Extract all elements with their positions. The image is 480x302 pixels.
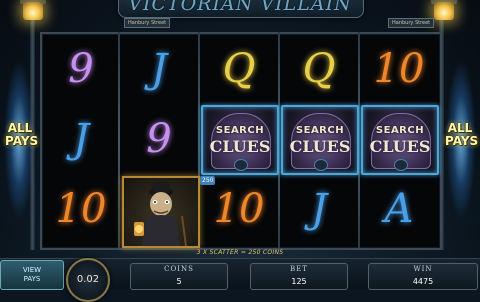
win-label: WIN [413,265,433,273]
villain-figure-icon [134,181,187,246]
reel-symbol-9: 9 [68,46,94,92]
scatter-word-clues: CLUES [369,137,431,156]
win-value: 4475 [412,277,434,286]
scatter-search-for-clues-symbol: SEARCH CLUES [201,105,279,175]
win-line-text: 3 X SCATTER = 250 COINS [196,249,284,256]
coins-label: COINS [164,265,194,273]
win-panel: WIN 4475 [368,263,478,290]
reel-symbol-Q: Q [222,46,256,92]
reel-symbol-J: J [150,46,168,92]
bet-panel[interactable]: BET 125 [250,263,348,290]
pocket-watch-icon [314,159,328,171]
timer-value: 0.02 [76,274,100,285]
coins-panel[interactable]: COINS 5 [130,263,228,290]
reel-symbol-J: J [310,186,328,232]
scatter-word-search: SEARCH [375,125,425,136]
scatter-win-badge: 250 [200,176,216,185]
view-pays-button[interactable]: VIEW PAYS [0,260,64,290]
reel-symbol-Q: Q [302,46,336,92]
reel-symbol-9: 9 [146,116,172,162]
bet-value: 125 [291,277,307,286]
reel-symbol-10: 10 [55,186,107,232]
scatter-word-search: SEARCH [215,125,265,136]
villain-wild-symbol [122,176,200,248]
bet-label: BET [290,265,308,273]
pocket-watch-icon [234,159,248,171]
scatter-word-search: SEARCH [295,125,345,136]
view-pays-label: VIEW PAYS [22,266,42,283]
reel-symbols: 9 J 10 J 9 Q SEARCH CLUES 10 Q SEARCH CLUES J 10 SEARC… [0,0,480,288]
reel-symbol-A: A [384,186,414,232]
scatter-word-clues: CLUES [209,137,271,156]
scatter-word-clues: CLUES [289,137,351,156]
pocket-watch-icon [394,159,408,171]
coins-value: 5 [176,277,182,286]
scatter-search-for-clues-symbol: SEARCH CLUES [361,105,439,175]
reel-symbol-10: 10 [373,46,425,92]
reel-symbol-J: J [72,116,90,162]
scatter-search-for-clues-symbol: SEARCH CLUES [281,105,359,175]
